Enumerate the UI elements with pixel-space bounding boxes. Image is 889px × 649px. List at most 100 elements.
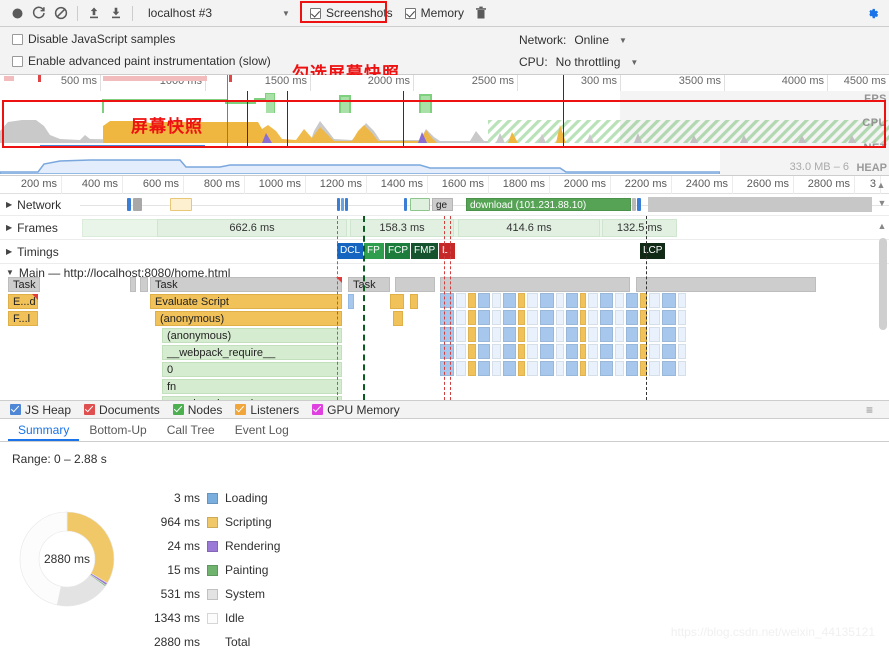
flame-bar[interactable]	[540, 310, 554, 325]
flame-bar[interactable]	[626, 310, 638, 325]
flame-bar[interactable]	[540, 327, 554, 342]
flame-bar[interactable]	[492, 361, 501, 376]
frame-block[interactable]: 662.6 ms	[157, 219, 347, 237]
flame-bar[interactable]: (anonymous)	[155, 311, 342, 326]
flame-bar[interactable]: 0	[162, 362, 342, 377]
track-header-network[interactable]: ▶ Network	[0, 194, 61, 215]
flame-bar[interactable]	[456, 344, 466, 359]
counter-toggle-js-heap[interactable]: JS Heap	[10, 403, 71, 417]
flame-bar[interactable]	[440, 310, 454, 325]
flame-bar[interactable]	[615, 344, 624, 359]
flame-bar[interactable]	[662, 327, 676, 342]
flame-bar[interactable]	[626, 327, 638, 342]
flame-bar[interactable]	[588, 293, 598, 308]
timing-marker-dcl[interactable]: DCL	[337, 243, 363, 259]
network-chip[interactable]	[345, 198, 348, 211]
flame-bar[interactable]	[615, 310, 624, 325]
flame-bar[interactable]	[556, 327, 564, 342]
tracks-scrollbar-thumb[interactable]	[879, 238, 887, 330]
flame-bar[interactable]	[478, 293, 490, 308]
scroll-up-arrow[interactable]: ▲	[875, 178, 887, 192]
flame-bar[interactable]	[580, 293, 586, 308]
network-request-label[interactable]: download (101.231.88.10)	[466, 198, 631, 211]
flame-bar[interactable]	[566, 327, 578, 342]
flame-bar[interactable]: F...l	[8, 311, 38, 326]
flame-bar[interactable]: Task	[8, 277, 40, 292]
flame-bar[interactable]	[649, 310, 660, 325]
timing-marker-lcp[interactable]: LCP	[640, 243, 665, 259]
tab-bottom-up[interactable]: Bottom-Up	[79, 421, 156, 441]
flame-bar[interactable]	[478, 327, 490, 342]
flame-bar[interactable]: Task	[348, 277, 390, 292]
flame-bar[interactable]	[518, 327, 525, 342]
flame-bar[interactable]	[556, 293, 564, 308]
tab-call-tree[interactable]: Call Tree	[157, 421, 225, 441]
flame-bar[interactable]	[492, 344, 501, 359]
flame-bar[interactable]	[600, 293, 613, 308]
flame-bar[interactable]	[580, 344, 586, 359]
tracks-scrollbar[interactable]	[878, 214, 888, 394]
flame-bar[interactable]	[468, 344, 476, 359]
flame-bar[interactable]	[478, 361, 490, 376]
gear-icon[interactable]	[861, 2, 883, 24]
flame-bar[interactable]	[440, 277, 630, 292]
flame-bar[interactable]	[395, 277, 435, 292]
flame-bar[interactable]	[678, 310, 686, 325]
flame-bar[interactable]	[566, 344, 578, 359]
network-chip[interactable]	[632, 198, 636, 211]
track-network[interactable]: ge download (101.231.88.10) ▶ Network ▼	[0, 194, 889, 216]
flame-bar[interactable]	[678, 293, 686, 308]
flame-bar[interactable]	[580, 361, 586, 376]
network-chip[interactable]	[410, 198, 430, 211]
cpu-throttling-control[interactable]: CPU: No throttling ▼	[519, 55, 638, 69]
screenshots-checkbox[interactable]: Screenshots	[309, 6, 393, 20]
flame-bar[interactable]	[492, 293, 501, 308]
flame-bar[interactable]	[503, 293, 516, 308]
flame-bar[interactable]	[456, 361, 466, 376]
frame-block[interactable]: 158.3 ms	[350, 219, 454, 237]
flame-bar[interactable]	[440, 344, 454, 359]
flame-bar[interactable]	[393, 311, 403, 326]
network-chip[interactable]	[337, 198, 340, 211]
flame-bar[interactable]	[615, 361, 624, 376]
flame-bar[interactable]	[626, 344, 638, 359]
selection-right-edge[interactable]	[563, 75, 564, 153]
counter-toggle-gpu-memory[interactable]: GPU Memory	[312, 403, 400, 417]
record-icon[interactable]	[6, 2, 28, 24]
flame-bar[interactable]	[503, 310, 516, 325]
flame-bar[interactable]	[456, 293, 466, 308]
flame-bar[interactable]	[662, 293, 676, 308]
flame-bar[interactable]	[615, 293, 624, 308]
flame-bar[interactable]	[636, 277, 816, 292]
flame-bar[interactable]	[580, 310, 586, 325]
flame-bar[interactable]	[600, 361, 613, 376]
network-chip[interactable]	[170, 198, 192, 211]
network-chip[interactable]	[127, 198, 131, 211]
trash-icon[interactable]	[470, 2, 492, 24]
save-profile-icon[interactable]	[105, 2, 127, 24]
session-selector[interactable]: localhost #3 ▼	[142, 3, 290, 23]
flame-bar[interactable]	[518, 310, 525, 325]
network-chip[interactable]	[133, 198, 142, 211]
flame-bar[interactable]	[626, 361, 638, 376]
clear-icon[interactable]	[50, 2, 72, 24]
network-chip[interactable]	[637, 198, 641, 211]
tab-summary[interactable]: Summary	[8, 421, 80, 441]
flame-bar[interactable]	[527, 361, 538, 376]
flame-bar[interactable]	[468, 310, 476, 325]
memory-checkbox[interactable]: Memory	[404, 6, 464, 20]
flame-bar[interactable]	[600, 310, 613, 325]
flame-bar[interactable]	[540, 344, 554, 359]
flame-bar[interactable]	[588, 327, 598, 342]
flame-bar[interactable]	[503, 327, 516, 342]
disable-js-samples-checkbox[interactable]: Disable JavaScript samples	[12, 32, 175, 46]
flame-bar[interactable]	[518, 361, 525, 376]
timing-marker-fcp[interactable]: FCP	[385, 243, 410, 259]
network-chip[interactable]	[404, 198, 407, 211]
flame-bar[interactable]	[492, 327, 501, 342]
flame-bar[interactable]	[588, 344, 598, 359]
flame-bar[interactable]	[678, 361, 686, 376]
counter-toggle-listeners[interactable]: Listeners	[235, 403, 299, 417]
flame-bar[interactable]	[649, 361, 660, 376]
flame-bar[interactable]	[440, 361, 454, 376]
